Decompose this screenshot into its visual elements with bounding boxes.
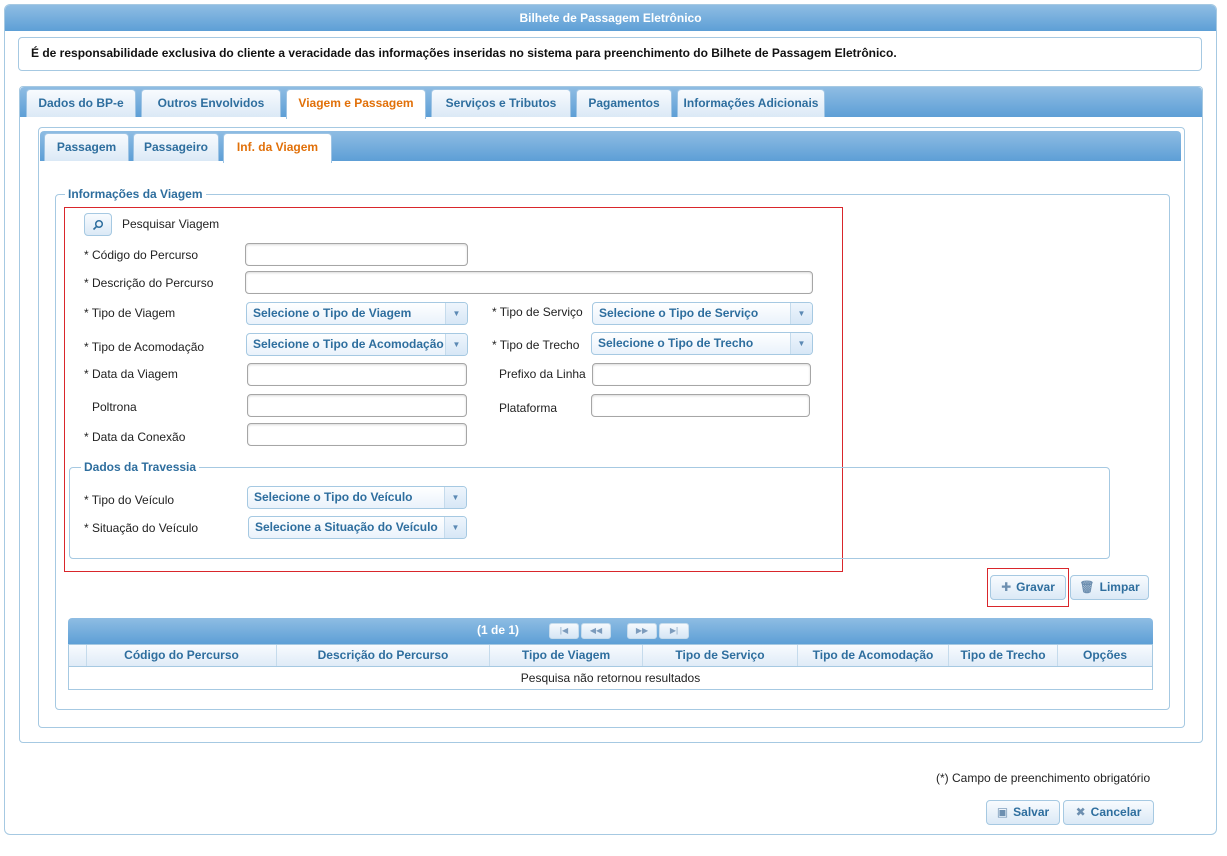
tab-servicos-tributos[interactable]: Serviços e Tributos <box>431 89 571 117</box>
tipo-acomodacao-label: * Tipo de Acomodação <box>84 340 205 354</box>
first-page-button[interactable]: |◀ <box>549 623 579 639</box>
last-page-button[interactable]: ▶| <box>659 623 689 639</box>
prefixo-linha-input[interactable] <box>592 363 811 386</box>
tab-inf-viagem[interactable]: Inf. da Viagem <box>223 133 332 163</box>
search-icon <box>92 219 104 231</box>
col-opcoes: Opções <box>1082 648 1127 662</box>
poltrona-label: Poltrona <box>92 400 137 414</box>
tipo-servico-value: Selecione o Tipo de Serviço <box>599 306 759 320</box>
crossing-legend: Dados da Travessia <box>84 460 197 474</box>
grid-column-header: Código do Percurso Descrição do Percurso… <box>68 644 1153 667</box>
tab-dados-bpe[interactable]: Dados do BP-e <box>26 89 136 117</box>
tipo-viagem-value: Selecione o Tipo de Viagem <box>253 306 412 320</box>
tipo-veiculo-label: * Tipo do Veículo <box>84 493 175 507</box>
tipo-veiculo-select[interactable]: Selecione o Tipo do Veículo ▼ <box>247 486 467 509</box>
prev-page-button[interactable]: ◀◀ <box>581 623 611 639</box>
col-tipo-trecho[interactable]: Tipo de Trecho <box>949 645 1058 666</box>
tipo-acomodacao-select[interactable]: Selecione o Tipo de Acomodação ▼ <box>246 333 468 356</box>
cancelar-button[interactable]: ✖ Cancelar <box>1063 800 1154 825</box>
tipo-servico-select[interactable]: Selecione o Tipo de Serviço ▼ <box>592 302 813 325</box>
tab-viagem-passagem[interactable]: Viagem e Passagem <box>286 89 426 119</box>
disclaimer-text: É de responsabilidade exclusiva do clien… <box>18 37 1202 71</box>
grid-pager-bar: (1 de 1) |◀ ◀◀ ▶▶ ▶| <box>68 618 1153 644</box>
required-note: (*) Campo de preenchimento obrigatório <box>936 771 1151 785</box>
prefixo-linha-label: Prefixo da Linha <box>499 367 586 381</box>
tab-informacoes-adicionais[interactable]: Informações Adicionais <box>677 89 825 117</box>
plus-icon: ✚ <box>1001 580 1012 594</box>
cancelar-label: Cancelar <box>1090 805 1142 819</box>
trash-icon: 🗑 <box>1079 580 1095 594</box>
chevron-down-icon: ▼ <box>444 517 466 538</box>
data-viagem-input[interactable] <box>247 363 467 386</box>
tipo-acomodacao-value: Selecione o Tipo de Acomodação <box>253 337 444 351</box>
col-codigo-percurso[interactable]: Código do Percurso <box>87 645 277 666</box>
tipo-veiculo-value: Selecione o Tipo do Veículo <box>254 490 413 504</box>
chevron-down-icon: ▼ <box>445 334 467 355</box>
tab-pagamentos[interactable]: Pagamentos <box>576 89 672 117</box>
situacao-veiculo-value: Selecione a Situação do Veículo <box>255 520 438 534</box>
close-icon: ✖ <box>1075 805 1086 819</box>
search-trip-button[interactable] <box>84 213 112 236</box>
tipo-viagem-select[interactable]: Selecione o Tipo de Viagem ▼ <box>246 302 468 325</box>
col-tipo-servico[interactable]: Tipo de Serviço <box>643 645 798 666</box>
pager-status: (1 de 1) <box>477 623 520 637</box>
tab-outros-envolvidos[interactable]: Outros Envolvidos <box>141 89 281 117</box>
tipo-trecho-select[interactable]: Selecione o Tipo de Trecho ▼ <box>591 332 813 355</box>
gravar-label: Gravar <box>1016 580 1055 594</box>
col-tipo-viagem[interactable]: Tipo de Viagem <box>490 645 643 666</box>
crossing-fieldset: Dados da Travessia <box>69 460 1110 559</box>
chevron-down-icon: ▼ <box>445 303 467 324</box>
floppy-icon: ▣ <box>996 805 1009 819</box>
tipo-servico-label: * Tipo de Serviço <box>492 305 583 319</box>
tipo-trecho-label: * Tipo de Trecho <box>492 338 580 352</box>
gravar-button[interactable]: ✚ Gravar <box>990 575 1066 600</box>
tab-passagem[interactable]: Passagem <box>44 133 129 161</box>
salvar-label: Salvar <box>1013 805 1050 819</box>
tipo-viagem-label: * Tipo de Viagem <box>84 306 176 320</box>
search-trip-label: Pesquisar Viagem <box>122 217 220 231</box>
poltrona-input[interactable] <box>247 394 467 417</box>
situacao-veiculo-label: * Situação do Veículo <box>84 521 199 535</box>
data-conexao-label: * Data da Conexão <box>84 430 186 444</box>
data-conexao-input[interactable] <box>247 423 467 446</box>
grid-empty-message: Pesquisa não retornou resultados <box>68 667 1153 690</box>
next-page-button[interactable]: ▶▶ <box>627 623 657 639</box>
situacao-veiculo-select[interactable]: Selecione a Situação do Veículo ▼ <box>248 516 467 539</box>
tipo-trecho-value: Selecione o Tipo de Trecho <box>598 336 754 350</box>
data-viagem-label: * Data da Viagem <box>84 367 178 381</box>
plataforma-input[interactable] <box>591 394 810 417</box>
col-tipo-acomodacao[interactable]: Tipo de Acomodação <box>798 645 949 666</box>
tab-passageiro[interactable]: Passageiro <box>133 133 219 161</box>
codigo-percurso-label: * Código do Percurso <box>84 248 199 262</box>
codigo-percurso-input[interactable] <box>245 243 468 266</box>
trip-info-legend: Informações da Viagem <box>68 187 203 201</box>
chevron-down-icon: ▼ <box>790 333 812 354</box>
window-title: Bilhete de Passagem Eletrônico <box>5 5 1216 31</box>
chevron-down-icon: ▼ <box>444 487 466 508</box>
col-selector <box>69 645 87 666</box>
limpar-button[interactable]: 🗑 Limpar <box>1070 575 1149 600</box>
plataforma-label: Plataforma <box>499 401 558 415</box>
descricao-percurso-input[interactable] <box>245 271 813 294</box>
chevron-down-icon: ▼ <box>790 303 812 324</box>
limpar-label: Limpar <box>1099 580 1140 594</box>
salvar-button[interactable]: ▣ Salvar <box>986 800 1060 825</box>
descricao-percurso-label: * Descrição do Percurso <box>84 276 214 290</box>
col-descricao-percurso[interactable]: Descrição do Percurso <box>277 645 490 666</box>
